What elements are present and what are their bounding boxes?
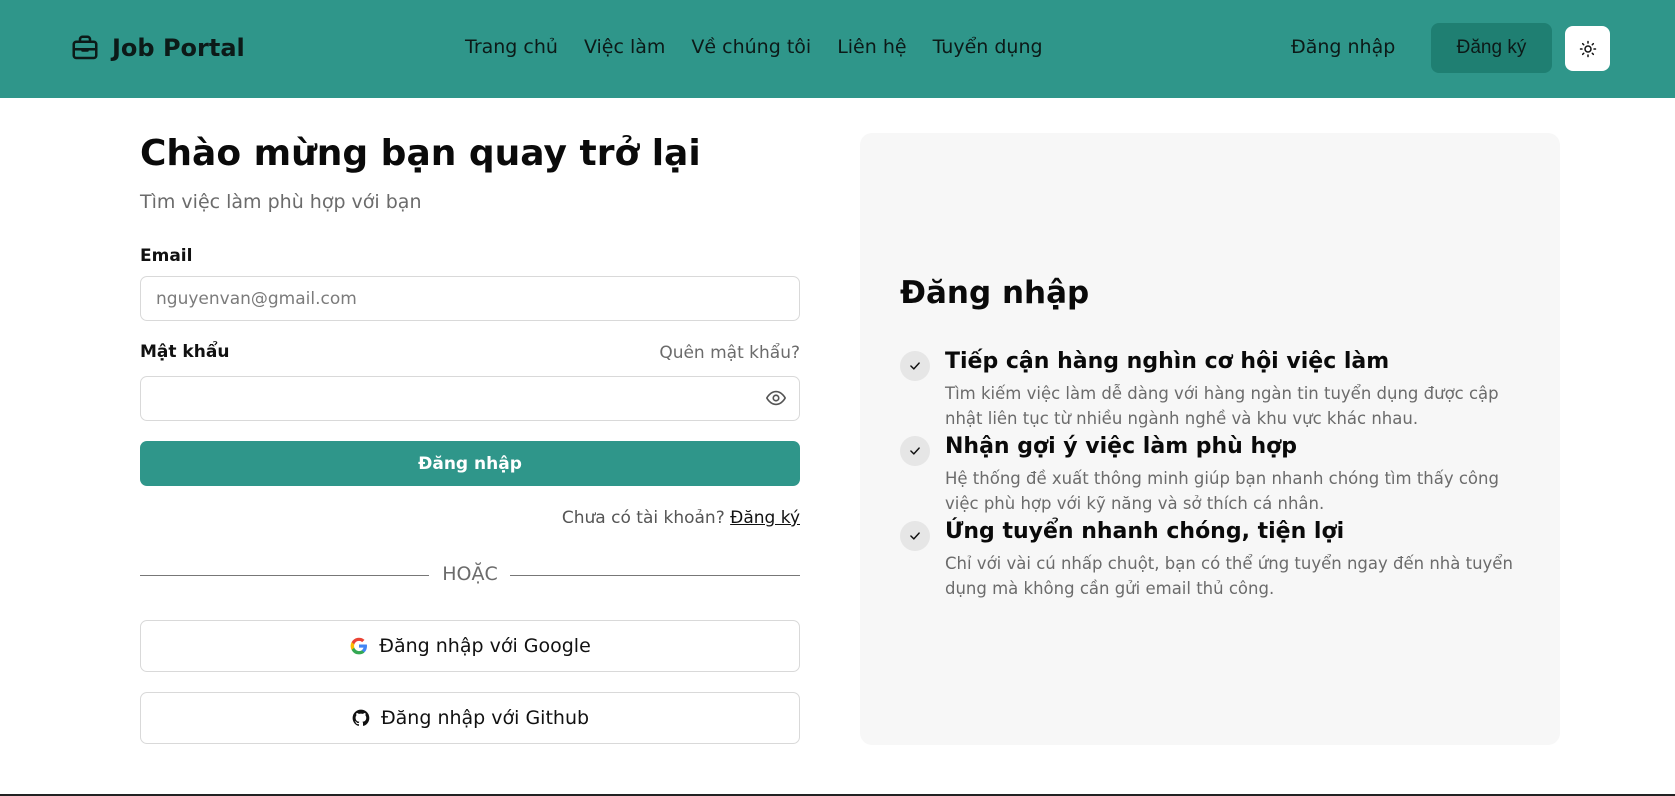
check-icon: [900, 521, 930, 551]
main-nav: Trang chủ Việc làm Về chúng tôi Liên hệ …: [465, 36, 1043, 58]
password-input[interactable]: [140, 376, 800, 421]
login-submit-button[interactable]: Đăng nhập: [140, 441, 800, 486]
check-icon: [900, 436, 930, 466]
brand-name: Job Portal: [112, 34, 245, 62]
theme-toggle-button[interactable]: [1565, 26, 1610, 71]
show-password-icon[interactable]: [765, 387, 787, 409]
divider-line-right: [510, 575, 800, 576]
feature-description: Chỉ với vài cú nhấp chuột, bạn có thể ứn…: [945, 554, 1513, 598]
github-login-button[interactable]: Đăng nhập với Github: [140, 692, 800, 744]
brand-logo[interactable]: Job Portal: [70, 33, 245, 63]
nav-item-home[interactable]: Trang chủ: [465, 36, 558, 58]
google-login-label: Đăng nhập với Google: [379, 635, 591, 657]
no-account-text: Chưa có tài khoản? Đăng ký: [562, 508, 800, 528]
github-login-label: Đăng nhập với Github: [380, 707, 590, 729]
no-account-label: Chưa có tài khoản?: [561, 508, 725, 528]
google-icon: [350, 637, 368, 655]
page-subtitle: Tìm việc làm phù hợp với bạn: [140, 191, 422, 213]
briefcase-icon: [72, 35, 98, 60]
feature-description: Tìm kiếm việc làm dễ dàng với hàng ngàn …: [945, 384, 1499, 428]
nav-item-contact[interactable]: Liên hệ: [837, 36, 906, 58]
nav-item-about[interactable]: Về chúng tôi: [691, 36, 811, 58]
register-link[interactable]: Đăng ký: [730, 508, 800, 528]
page-title: Chào mừng bạn quay trở lại: [140, 133, 701, 174]
feature-title: Nhận gợi ý việc làm phù hợp: [945, 434, 1298, 459]
github-icon: [352, 709, 370, 726]
check-icon: [900, 351, 930, 381]
google-login-button[interactable]: Đăng nhập với Google: [140, 620, 800, 672]
nav-item-recruit[interactable]: Tuyển dụng: [933, 36, 1043, 58]
header-register-button[interactable]: Đăng ký: [1431, 23, 1552, 73]
or-divider: HOẶC: [140, 562, 800, 588]
feature-title: Ứng tuyển nhanh chóng, tiện lợi: [945, 519, 1345, 544]
password-label: Mật khẩu: [140, 342, 230, 362]
feature-description: Hệ thống đề xuất thông minh giúp bạn nha…: [945, 469, 1499, 513]
info-panel: Đăng nhập Tiếp cận hàng nghìn cơ hội việ…: [860, 133, 1560, 745]
or-label: HOẶC: [442, 563, 498, 585]
forgot-password-link[interactable]: Quên mật khẩu?: [659, 343, 800, 363]
panel-title: Đăng nhập: [900, 275, 1090, 311]
header-login-link[interactable]: Đăng nhập: [1291, 36, 1395, 58]
sun-icon: [1579, 40, 1596, 57]
email-label: Email: [140, 246, 193, 266]
nav-item-jobs[interactable]: Việc làm: [584, 36, 665, 58]
feature-title: Tiếp cận hàng nghìn cơ hội việc làm: [945, 349, 1390, 374]
email-input[interactable]: [140, 276, 800, 321]
top-navbar: Job Portal Trang chủ Việc làm Về chúng t…: [0, 0, 1675, 98]
